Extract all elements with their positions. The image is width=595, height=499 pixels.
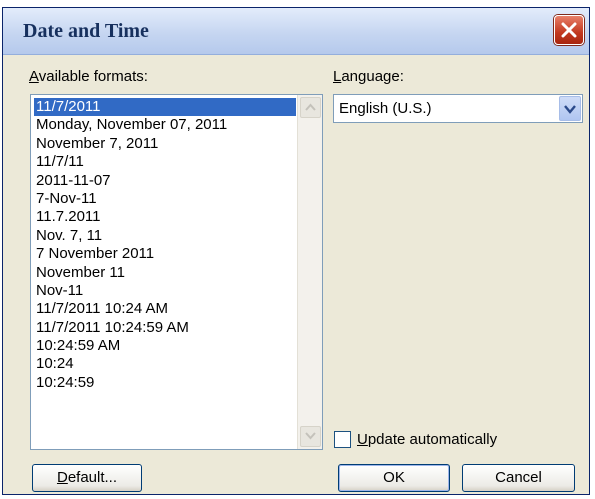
available-formats-list[interactable]: 11/7/2011 Monday, November 07, 2011 Novemb… bbox=[30, 94, 323, 450]
format-list-item[interactable]: 7 November 2011 bbox=[34, 245, 296, 263]
language-label: Language: bbox=[333, 68, 404, 85]
format-list-item[interactable]: 11/7/2011 bbox=[34, 98, 296, 117]
scroll-up-button[interactable] bbox=[300, 97, 321, 118]
language-select[interactable]: English (U.S.) bbox=[333, 94, 583, 123]
cancel-button[interactable]: Cancel bbox=[462, 464, 575, 492]
language-dropdown-button[interactable] bbox=[559, 96, 581, 121]
vertical-scrollbar[interactable] bbox=[297, 95, 322, 449]
date-time-dialog: Date and Time Available formats: 11/7/20… bbox=[2, 7, 590, 495]
format-list-item[interactable]: 11/7/11 bbox=[34, 153, 296, 171]
format-list-item[interactable]: Nov-11 bbox=[34, 282, 296, 300]
format-list-item[interactable]: Monday, November 07, 2011 bbox=[34, 116, 296, 134]
format-list-item[interactable]: 10:24:59 bbox=[34, 374, 296, 392]
language-value: English (U.S.) bbox=[339, 100, 432, 117]
format-list-item[interactable]: Nov. 7, 11 bbox=[34, 227, 296, 245]
format-list-item[interactable]: November 7, 2011 bbox=[34, 135, 296, 153]
close-icon bbox=[561, 22, 577, 38]
scroll-down-button[interactable] bbox=[300, 426, 321, 447]
update-automatically-label[interactable]: Update automatically bbox=[357, 431, 497, 448]
format-items: 11/7/2011 Monday, November 07, 2011 Novemb… bbox=[34, 98, 296, 392]
format-list-item[interactable]: 10:24 bbox=[34, 355, 296, 373]
ok-button[interactable]: OK bbox=[338, 464, 450, 492]
format-list-item[interactable]: 11/7/2011 10:24 AM bbox=[34, 300, 296, 318]
dialog-title: Date and Time bbox=[23, 20, 149, 42]
format-list-item[interactable]: 10:24:59 AM bbox=[34, 337, 296, 355]
close-button[interactable] bbox=[554, 15, 584, 45]
chevron-up-icon bbox=[305, 103, 316, 111]
default-button[interactable]: Default... bbox=[32, 464, 142, 492]
update-automatically-checkbox[interactable] bbox=[334, 431, 351, 448]
format-list-item[interactable]: 2011-11-07 bbox=[34, 172, 296, 190]
format-list-item[interactable]: 11.7.2011 bbox=[34, 208, 296, 226]
available-formats-label: Available formats: bbox=[29, 68, 148, 85]
format-list-item[interactable]: November 11 bbox=[34, 264, 296, 282]
chevron-down-icon bbox=[564, 105, 576, 114]
format-list-item[interactable]: 7-Nov-11 bbox=[34, 190, 296, 208]
title-bar[interactable]: Date and Time bbox=[3, 8, 589, 55]
chevron-down-icon bbox=[305, 432, 316, 440]
format-list-item[interactable]: 11/7/2011 10:24:59 AM bbox=[34, 319, 296, 337]
